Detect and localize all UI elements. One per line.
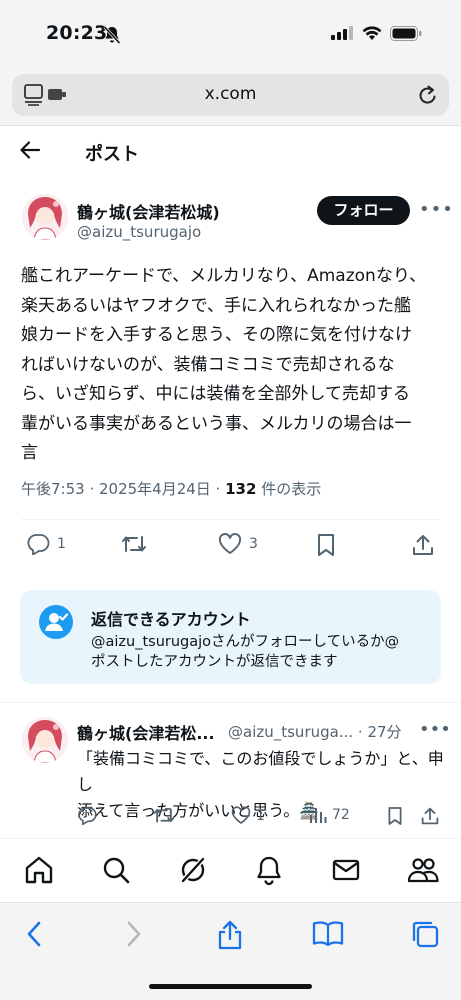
post-timestamp[interactable]: 午後7:53 · 2025年4月24日 ·	[21, 480, 225, 498]
post-metadata: 午後7:53 · 2025年4月24日 · 132 件の表示	[21, 478, 321, 499]
user-check-icon	[39, 605, 73, 639]
bookmark-icon	[388, 807, 402, 825]
reply-restriction-title: 返信できるアカウント	[91, 610, 251, 629]
communities-icon[interactable]	[407, 855, 439, 885]
post-text: 艦これアーケードで、メルカリなり、Amazonなり、 楽天あるいはヤフオクで、手…	[21, 266, 427, 463]
reply-like-count: 1	[256, 807, 265, 824]
page-title: ポスト	[85, 144, 139, 165]
browser-share-icon[interactable]	[216, 919, 244, 951]
back-arrow-icon[interactable]	[19, 139, 41, 161]
reply-button[interactable]: 1	[26, 533, 66, 555]
repost-icon	[122, 536, 146, 552]
home-indicator	[149, 984, 312, 989]
reply-count: 1	[57, 536, 66, 552]
reply-restriction-notice: 返信できるアカウント @aizu_tsurugajoさんがフォローしているか@ …	[20, 590, 441, 684]
divider	[21, 519, 440, 520]
bookmark-icon	[318, 534, 334, 556]
bookmarks-icon[interactable]	[312, 919, 344, 949]
heart-icon	[218, 533, 242, 554]
status-time: 20:23	[46, 22, 108, 44]
more-options-icon[interactable]: •••	[419, 199, 454, 220]
reply-views-count: 72	[332, 807, 350, 823]
repost-button[interactable]	[120, 533, 155, 555]
search-icon[interactable]	[101, 855, 131, 885]
reload-icon[interactable]	[417, 83, 439, 107]
share-icon	[421, 807, 439, 825]
bell-slash-icon	[103, 25, 121, 45]
share-icon	[413, 535, 433, 555]
url-text: x.com	[204, 84, 257, 104]
reply-author-handle[interactable]: @aizu_tsuruga... · 27分	[228, 721, 402, 742]
address-bar[interactable]: x.com	[12, 74, 449, 116]
repost-icon	[153, 808, 175, 823]
analytics-icon	[310, 808, 327, 823]
reply-post[interactable]: 鶴ヶ城(会津若松... @aizu_tsuruga... · 27分 ••• 「…	[0, 702, 461, 838]
reply-views-button[interactable]: 72	[309, 806, 350, 824]
reply-like-button[interactable]: 1	[231, 806, 265, 825]
follow-button[interactable]: フォロー	[317, 196, 410, 225]
reply-restriction-description: @aizu_tsurugajoさんがフォローしているか@ ポストしたアカウントが…	[91, 634, 400, 670]
reply-author-name[interactable]: 鶴ヶ城(会津若松...	[77, 720, 215, 744]
messages-icon[interactable]	[331, 855, 361, 885]
author-name[interactable]: 鶴ヶ城(会津若松城)	[77, 199, 220, 223]
bottom-tab-bar	[0, 838, 461, 902]
browser-forward-icon[interactable]	[124, 919, 144, 949]
page-header: ポスト	[0, 126, 461, 178]
browser-toolbar: x.com	[0, 66, 461, 126]
reply-share-button[interactable]	[421, 806, 439, 826]
views-count: 132	[225, 480, 257, 498]
home-icon[interactable]	[24, 855, 54, 885]
wifi-icon	[362, 26, 382, 40]
grok-icon[interactable]	[178, 855, 208, 885]
browser-back-icon[interactable]	[24, 919, 44, 949]
battery-icon	[390, 26, 422, 41]
reply-bookmark-button[interactable]	[387, 806, 403, 826]
like-count: 3	[249, 536, 258, 552]
reply-author-avatar[interactable]	[22, 717, 68, 763]
reply-actions: 1 72	[0, 806, 461, 830]
author-handle[interactable]: @aizu_tsurugajo	[77, 223, 201, 241]
views-label: 件の表示	[256, 480, 322, 498]
like-button[interactable]: 3	[218, 533, 258, 555]
tabs-overview-icon[interactable]	[410, 919, 440, 949]
cellular-signal-icon	[331, 26, 353, 40]
post-actions: 1 3	[0, 533, 461, 563]
heart-icon	[231, 806, 251, 824]
reply-reply-button[interactable]	[77, 806, 97, 825]
reply-icon	[27, 534, 50, 555]
reply-icon	[78, 807, 97, 825]
bookmark-button[interactable]	[316, 533, 336, 557]
reply-more-options-icon[interactable]: •••	[419, 719, 451, 740]
reply-repost-button[interactable]	[152, 806, 176, 825]
author-avatar[interactable]	[22, 194, 68, 240]
notifications-icon[interactable]	[254, 855, 284, 885]
status-bar: 20:23	[0, 0, 461, 66]
share-button[interactable]	[412, 533, 434, 557]
